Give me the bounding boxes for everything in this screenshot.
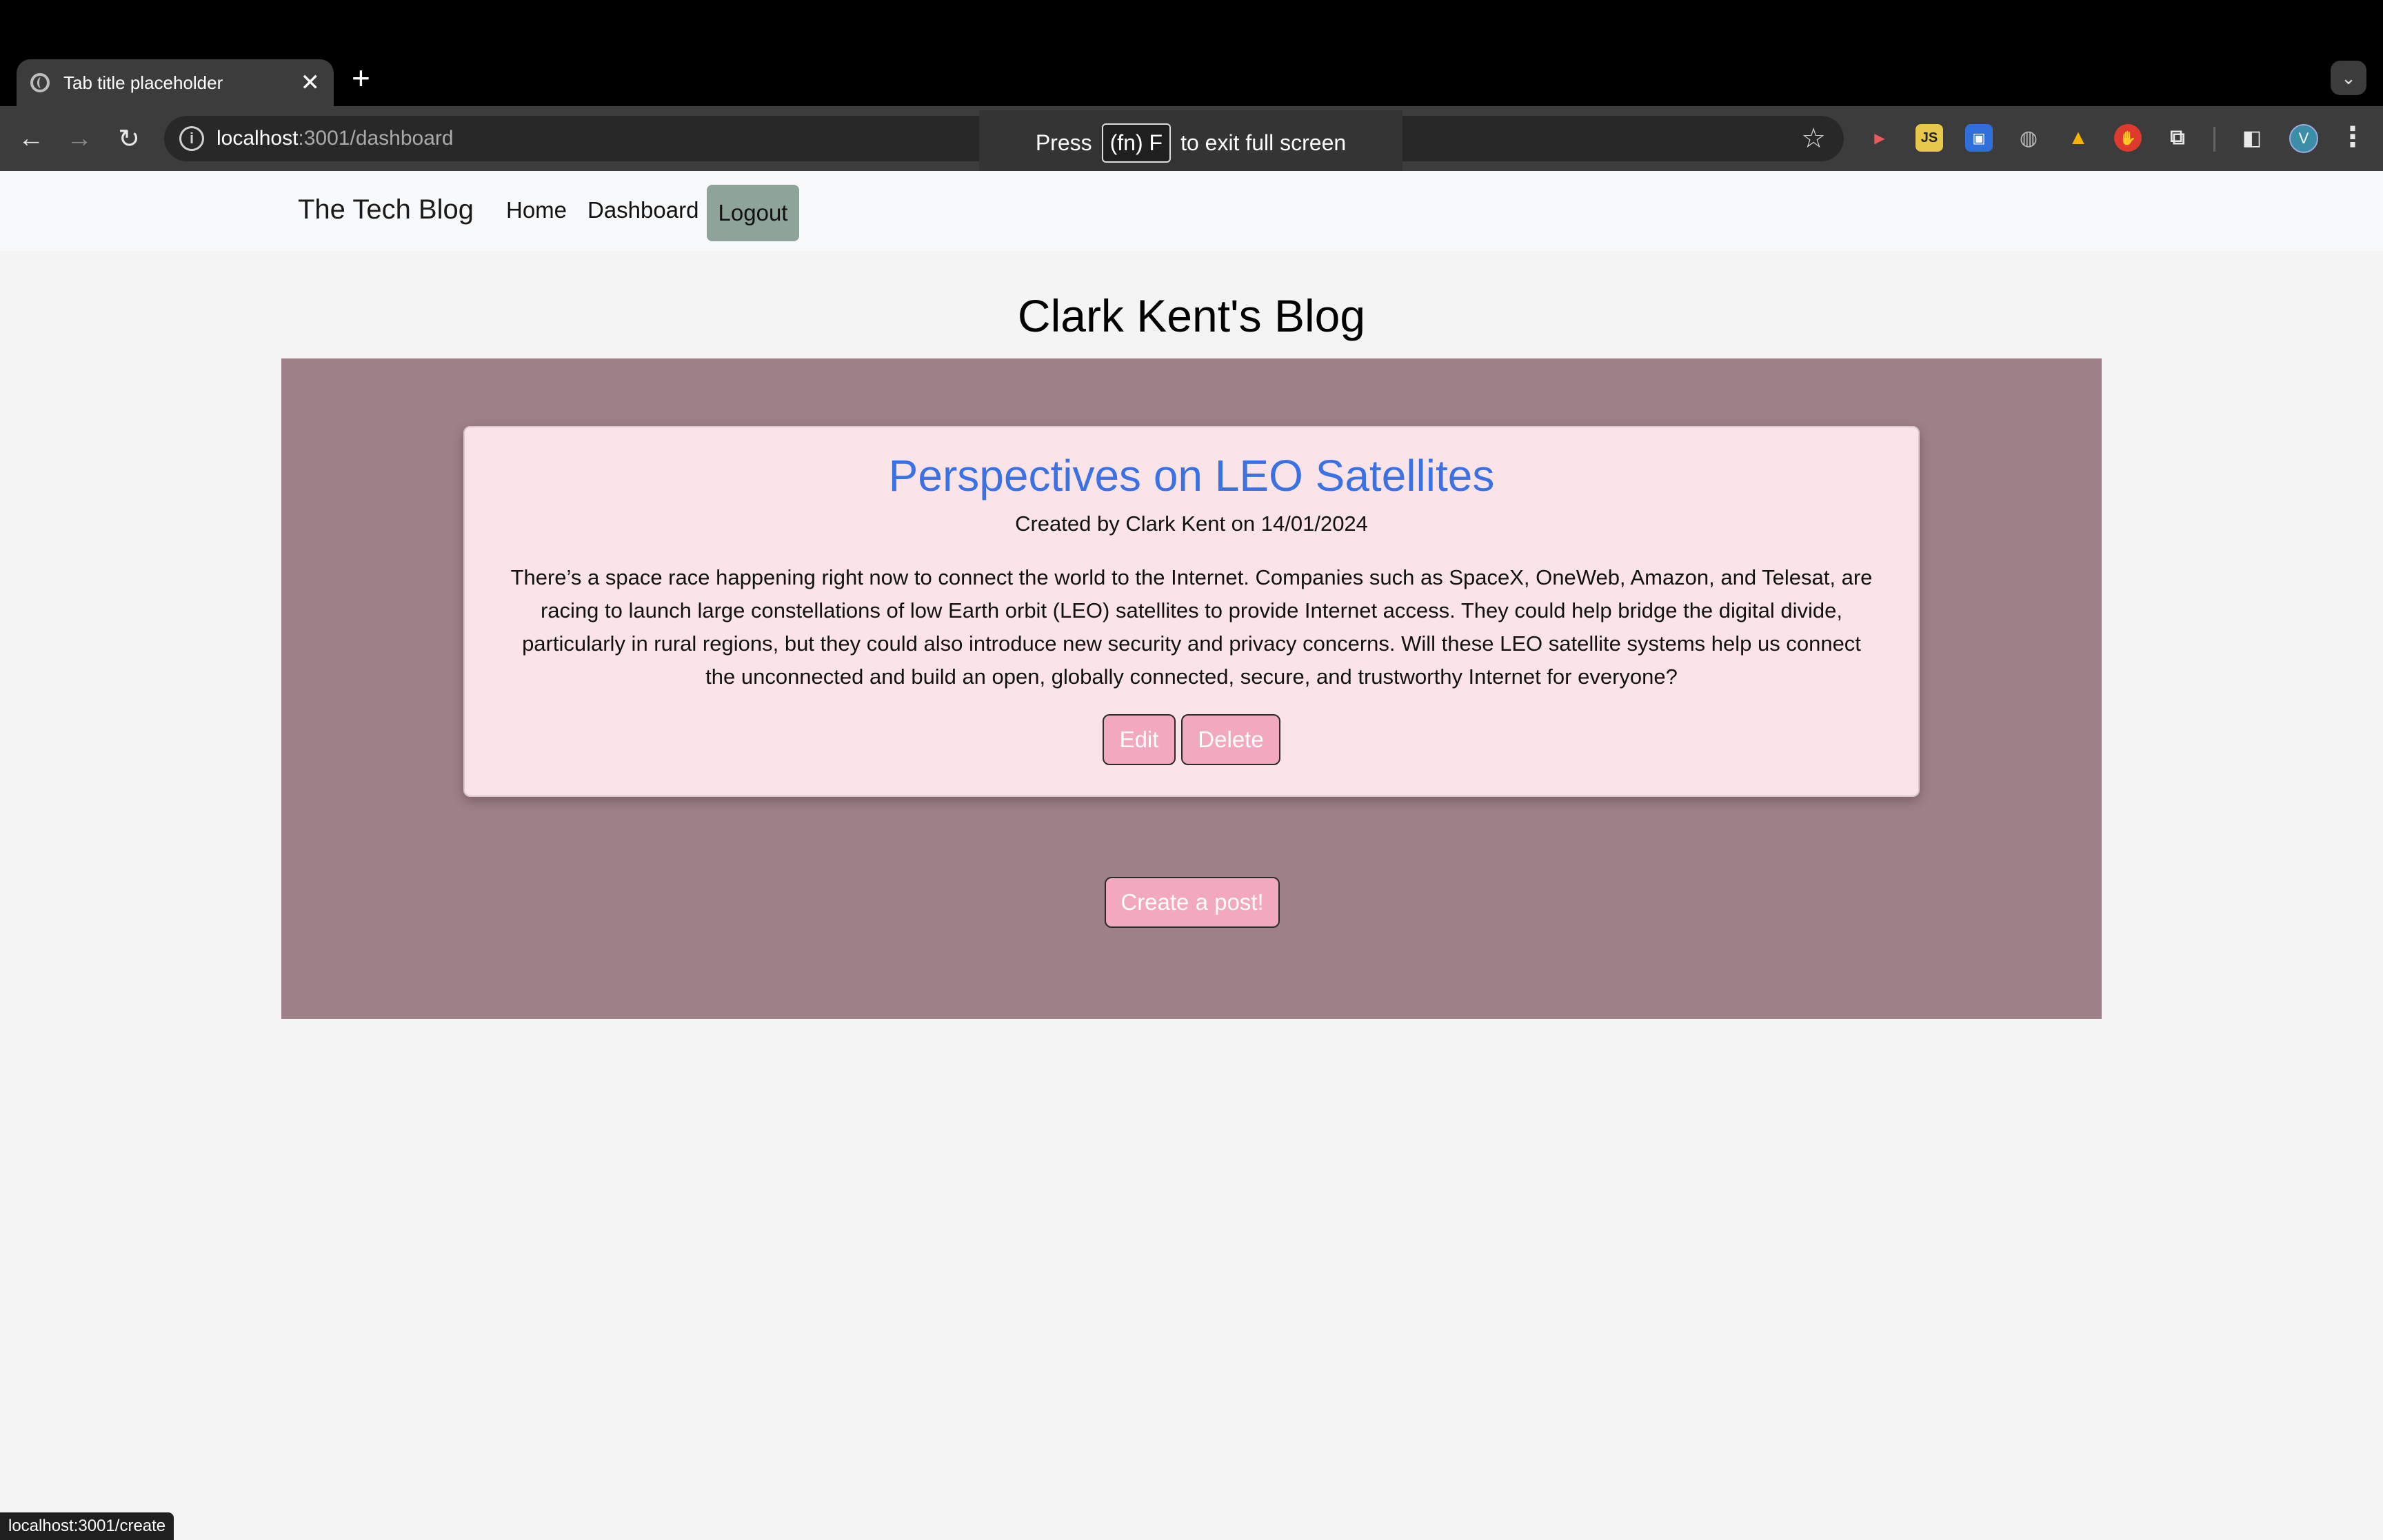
url-text: localhost:3001/dashboard	[217, 127, 454, 150]
toast-press-text: Press	[1035, 130, 1092, 155]
globe-icon	[30, 73, 50, 92]
globe-icon[interactable]: ◍	[2015, 124, 2042, 152]
post-meta: Created by Clark Kent on 14/01/2024	[1015, 511, 1368, 536]
hand-icon[interactable]: ✋	[2114, 124, 2142, 152]
site-brand[interactable]: The Tech Blog	[298, 194, 474, 225]
side-panel-icon[interactable]: ◧	[2238, 124, 2266, 152]
post-card: Perspectives on LEO Satellites Created b…	[463, 426, 1920, 797]
toast-key: (fn) F	[1101, 123, 1172, 163]
close-tab-icon[interactable]: ✕	[301, 71, 321, 94]
nav-link-dashboard[interactable]: Dashboard	[587, 197, 698, 223]
toast-rest-text: to exit full screen	[1180, 130, 1347, 155]
post-body: There’s a space race happening right now…	[510, 565, 1873, 689]
browser-tab[interactable]: Tab title placeholder ✕	[17, 59, 334, 106]
post-title[interactable]: Perspectives on LEO Satellites	[465, 448, 1918, 503]
forward-button[interactable]: →	[62, 121, 97, 156]
drive-icon[interactable]: ▲	[2064, 124, 2092, 152]
edit-button[interactable]: Edit	[1103, 714, 1176, 765]
site-navbar: The Tech Blog Home Dashboard Logout	[0, 171, 2383, 251]
profile-avatar[interactable]: V	[2289, 124, 2318, 153]
status-bar-url: localhost:3001/create	[0, 1512, 174, 1540]
bitwarden-icon[interactable]: ▣	[1965, 124, 1993, 152]
site-info-icon[interactable]: i	[179, 126, 204, 151]
reload-button[interactable]: ↻	[112, 121, 146, 156]
page-title: Clark Kent's Blog	[1017, 290, 1366, 341]
browser-menu-icon[interactable]: ⋮	[2339, 121, 2366, 153]
puzzle-icon[interactable]: ⧉	[2164, 124, 2191, 152]
js-icon[interactable]: JS	[1916, 124, 1943, 152]
browser-tab-strip: Tab title placeholder ✕ + ⌄	[0, 0, 2383, 106]
fullscreen-toast: Press (fn) F to exit full screen	[979, 110, 1402, 181]
create-post-button[interactable]: Create a post!	[1105, 877, 1280, 928]
delete-button[interactable]: Delete	[1181, 714, 1280, 765]
record-icon[interactable]: ▶	[1866, 124, 1893, 152]
new-tab-button[interactable]: +	[352, 61, 370, 95]
bookmark-star-icon[interactable]: ☆	[1801, 123, 1826, 154]
post-actions: Edit Delete	[465, 714, 1918, 765]
posts-panel: Perspectives on LEO Satellites Created b…	[281, 358, 2102, 1019]
nav-link-home[interactable]: Home	[506, 197, 567, 223]
tab-search-button[interactable]: ⌄	[2331, 61, 2366, 95]
logout-button[interactable]: Logout	[707, 185, 799, 241]
back-button[interactable]: ←	[14, 121, 48, 156]
tab-title: Tab title placeholder	[63, 72, 223, 93]
toolbar-divider	[2213, 127, 2215, 152]
